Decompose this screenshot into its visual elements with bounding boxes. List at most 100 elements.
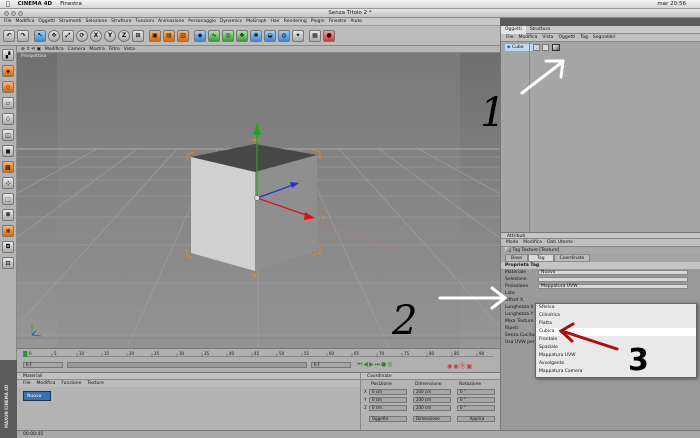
obj-menu-modifica[interactable]: Modifica bbox=[519, 35, 538, 40]
playback-controls[interactable]: ⏮◀▶⏭●◎ bbox=[357, 361, 394, 369]
position-z-field[interactable]: 0 cm bbox=[369, 405, 407, 411]
option-mappatura-uvw[interactable]: Mappatura UVW bbox=[536, 352, 696, 360]
menu-personaggio[interactable]: Personaggio bbox=[188, 19, 216, 24]
materials-menu-file[interactable]: File bbox=[23, 381, 31, 386]
enable-axis-icon[interactable]: ⊹ bbox=[2, 177, 14, 189]
cube-primitive-icon[interactable]: ◆ bbox=[194, 29, 206, 42]
polygons-mode-icon[interactable]: ◼ bbox=[2, 145, 14, 157]
visibility-dots-icon[interactable]: ⁚ bbox=[533, 44, 540, 51]
lock-workplane-icon[interactable]: ⧉ bbox=[2, 241, 14, 253]
layout-icon[interactable]: ▦ bbox=[309, 29, 321, 42]
position-y-field[interactable]: 0 cm bbox=[369, 397, 407, 403]
end-frame-field[interactable]: 0 F bbox=[311, 362, 351, 368]
scripts-icon[interactable]: ● bbox=[323, 29, 335, 42]
x-axis-button[interactable]: X bbox=[90, 29, 102, 42]
obj-menu-vista[interactable]: Vista bbox=[542, 35, 553, 40]
edges-mode-icon[interactable]: ◫ bbox=[2, 129, 14, 141]
tweak-mode-icon[interactable]: ⬚ bbox=[2, 193, 14, 205]
menu-mograph[interactable]: MoGraph bbox=[246, 19, 266, 24]
rotation-p-field[interactable]: 0 ° bbox=[457, 397, 495, 403]
menu-oggetti[interactable]: Oggetti bbox=[38, 19, 55, 24]
undo-icon[interactable]: ↶ bbox=[3, 29, 15, 42]
menu-dynamics[interactable]: Dynamics bbox=[220, 19, 242, 24]
menu-strumenti[interactable]: Strumenti bbox=[59, 19, 81, 24]
app-menu[interactable]: CINEMA 4D bbox=[18, 1, 52, 7]
tab-coordinate[interactable]: Coordinate bbox=[553, 254, 591, 262]
planar-workplane-icon[interactable]: ⊡ bbox=[2, 257, 14, 269]
size-z-field[interactable]: 200 cm bbox=[413, 405, 451, 411]
position-x-field[interactable]: 0 cm bbox=[369, 389, 407, 395]
menu-modifica[interactable]: Modifica bbox=[16, 19, 35, 24]
size-y-field[interactable]: 200 cm bbox=[413, 397, 451, 403]
camera-icon[interactable]: ◍ bbox=[278, 29, 290, 42]
texture-tool-icon[interactable]: ◇ bbox=[2, 81, 14, 93]
menu-rendering[interactable]: Rendering bbox=[284, 19, 307, 24]
viewport[interactable]: Prospettiva bbox=[17, 53, 500, 348]
rotation-b-field[interactable]: 0 ° bbox=[457, 405, 495, 411]
zoom-button[interactable] bbox=[18, 11, 23, 16]
sculpt-icon[interactable]: ❋ bbox=[2, 225, 14, 237]
coordinate-mode-select[interactable]: Oggetto bbox=[369, 416, 407, 422]
nurbs-icon[interactable]: ◎ bbox=[222, 29, 234, 42]
materials-menu-funzione[interactable]: Funzione bbox=[61, 381, 81, 386]
start-frame-field[interactable]: 0 F bbox=[23, 362, 63, 368]
attr-menu-modifica[interactable]: Modifica bbox=[523, 240, 542, 245]
z-axis-button[interactable]: Z bbox=[118, 29, 130, 42]
material-item[interactable]: Nuovo bbox=[23, 391, 51, 401]
option-sferica[interactable]: Sferica bbox=[536, 304, 696, 312]
viewport-menu-mostra[interactable]: Mostra bbox=[89, 47, 104, 52]
deformer-icon[interactable]: ✱ bbox=[250, 29, 262, 42]
move-icon[interactable]: ✥ bbox=[48, 29, 60, 42]
menu-plugin[interactable]: Plugin bbox=[311, 19, 325, 24]
attr-menu-dati-utente[interactable]: Dati Utente bbox=[547, 240, 573, 245]
snap-icon[interactable]: ⧈ bbox=[2, 209, 14, 221]
preview-range-slider[interactable] bbox=[67, 362, 307, 368]
option-piatta[interactable]: Piatta bbox=[536, 320, 696, 328]
option-spaziale[interactable]: Spaziale bbox=[536, 344, 696, 352]
texture-tag-icon[interactable] bbox=[552, 44, 560, 51]
menu-animazione[interactable]: Animazione bbox=[158, 19, 184, 24]
scale-icon[interactable]: ⤢ bbox=[62, 29, 74, 42]
viewport-menu-modifica[interactable]: Modifica bbox=[45, 47, 64, 52]
option-cubica[interactable]: Cubica bbox=[536, 328, 696, 336]
materials-menu-texture[interactable]: Texture bbox=[87, 381, 103, 386]
obj-menu-tag[interactable]: Tag bbox=[580, 35, 588, 40]
spline-icon[interactable]: ∿ bbox=[208, 29, 220, 42]
menu-selezione[interactable]: Selezione bbox=[86, 19, 108, 24]
obj-menu-segnalibri[interactable]: Segnalibri bbox=[593, 35, 616, 40]
menu-finestre[interactable]: Finestre bbox=[329, 19, 347, 24]
object-row-cubo[interactable]: ◆ Cubo bbox=[505, 44, 535, 51]
workplane-icon[interactable]: ▱ bbox=[2, 97, 14, 109]
make-editable-icon[interactable]: ▞ bbox=[2, 49, 14, 61]
render-check-icon[interactable] bbox=[542, 44, 549, 51]
tab-base[interactable]: Base bbox=[505, 254, 528, 262]
viewport-menu-camera[interactable]: Camera bbox=[68, 47, 86, 52]
projection-select[interactable]: Mappatura UVW bbox=[538, 284, 688, 289]
option-mappatura-camera[interactable]: Mappatura Camera bbox=[536, 368, 696, 376]
array-icon[interactable]: ❖ bbox=[236, 29, 248, 42]
materials-menu-modifica[interactable]: Modifica bbox=[37, 381, 56, 386]
timeline-ruler[interactable]: 0 5 10 15 20 25 30 35 40 45 50 55 60 65 … bbox=[23, 351, 493, 357]
tab-oggetti[interactable]: Oggetti bbox=[501, 25, 526, 34]
rotation-h-field[interactable]: 0 ° bbox=[457, 389, 495, 395]
tab-struttura[interactable]: Struttura bbox=[526, 26, 554, 34]
menu-file[interactable]: File bbox=[4, 19, 12, 24]
rotate-icon[interactable]: ⟳ bbox=[76, 29, 88, 42]
attr-menu-modo[interactable]: Modo bbox=[506, 240, 518, 245]
option-cilindrica[interactable]: Cilindrica bbox=[536, 312, 696, 320]
minimize-button[interactable] bbox=[11, 11, 16, 16]
size-mode-select[interactable]: Dimensione bbox=[413, 416, 451, 422]
material-field[interactable]: Nuovo bbox=[538, 270, 688, 275]
obj-menu-oggetti[interactable]: Oggetti bbox=[558, 35, 575, 40]
option-avvolgente[interactable]: Avvolgente bbox=[536, 360, 696, 368]
option-frontale[interactable]: Frontale bbox=[536, 336, 696, 344]
obj-menu-file[interactable]: File bbox=[506, 35, 514, 40]
selection-field[interactable] bbox=[538, 277, 688, 282]
live-selection-icon[interactable]: ↖ bbox=[34, 29, 46, 42]
apple-icon[interactable]:  bbox=[6, 1, 10, 8]
scene-icon[interactable]: ◒ bbox=[264, 29, 276, 42]
render-settings-icon[interactable]: ▥ bbox=[177, 29, 189, 42]
mac-menu-finestra[interactable]: Finestra bbox=[60, 1, 82, 7]
apply-button[interactable]: Applica bbox=[457, 416, 495, 422]
tab-tag[interactable]: Tag bbox=[527, 254, 554, 262]
